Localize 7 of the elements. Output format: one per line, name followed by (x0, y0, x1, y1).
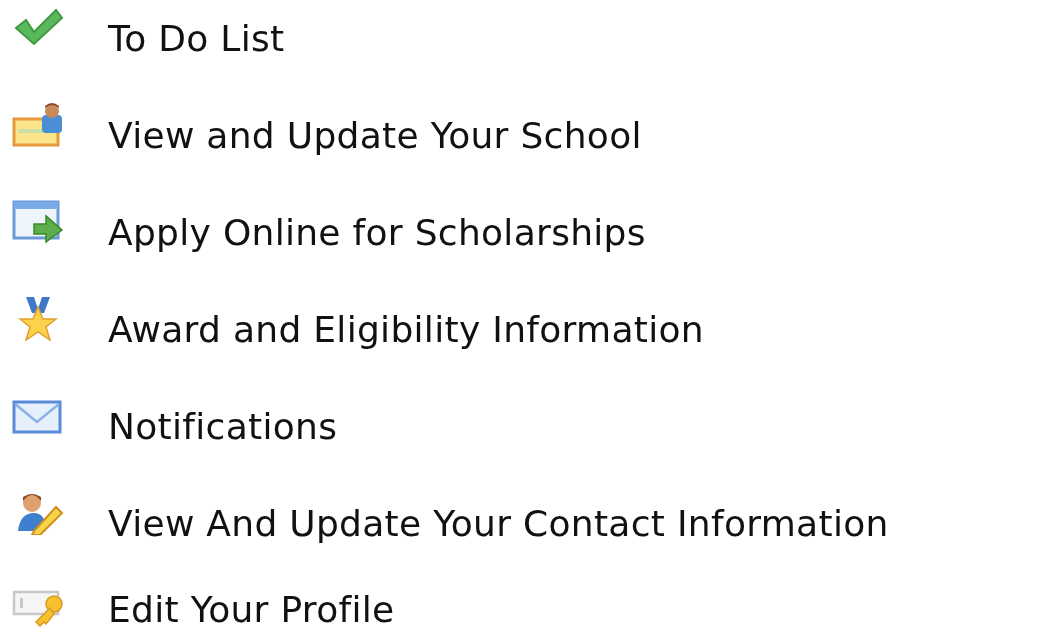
menu-link[interactable]: View And Update Your Contact Information (108, 503, 889, 544)
menu-link[interactable]: To Do List (108, 18, 285, 59)
menu-link[interactable]: Edit Your Profile (108, 590, 395, 630)
menu-link[interactable]: View and Update Your School (108, 115, 642, 156)
menu-link[interactable]: Apply Online for Scholarships (108, 212, 646, 253)
menu-link[interactable]: Award and Eligibility Information (108, 309, 704, 350)
menu-link[interactable]: Notifications (108, 406, 338, 447)
